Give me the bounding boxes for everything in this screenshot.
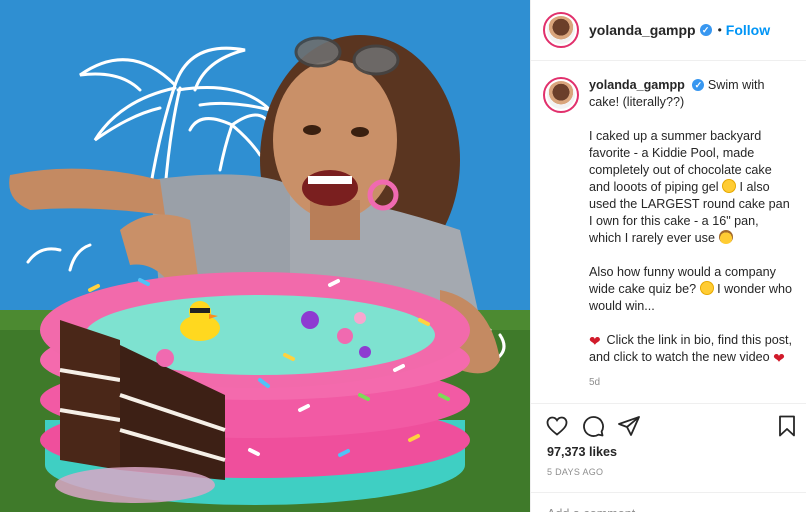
heart-emoji-icon: ❤ [589, 333, 601, 349]
share-icon[interactable] [617, 414, 641, 438]
comment-bar [531, 492, 806, 512]
action-bar [531, 403, 806, 447]
verified-icon: ✓ [692, 79, 705, 91]
post-header: yolanda_gampp ✓ • Follow [531, 0, 806, 61]
heart-icon[interactable] [545, 414, 569, 438]
caption-username[interactable]: yolanda_gampp [589, 78, 685, 92]
grin-emoji-icon [722, 179, 737, 193]
caption-paragraph-4: Click the link in bio, find this post, a… [589, 333, 792, 364]
author-avatar[interactable] [543, 12, 579, 48]
bookmark-icon[interactable] [775, 414, 799, 438]
post-timestamp[interactable]: 5 DAYS AGO [547, 467, 603, 477]
post-caption: yolanda_gampp ✓ Swim with cake! (literal… [531, 61, 806, 401]
comment-input[interactable] [547, 507, 747, 512]
post-image [0, 0, 530, 512]
verified-icon: ✓ [699, 24, 712, 36]
follow-button[interactable]: Follow [726, 22, 770, 38]
likes-count[interactable]: 97,373 likes [547, 445, 617, 459]
post-photo[interactable] [0, 0, 530, 512]
caption-text: yolanda_gampp ✓ Swim with cake! (literal… [589, 77, 794, 401]
author-username[interactable]: yolanda_gampp [589, 22, 696, 38]
grin-emoji-icon [699, 281, 714, 295]
comment-icon[interactable] [581, 414, 605, 438]
heart-emoji-icon: ❤ [773, 350, 785, 366]
post-sidebar: yolanda_gampp ✓ • Follow yolanda_gampp ✓… [530, 0, 806, 512]
header-separator: • [717, 23, 722, 37]
caption-avatar[interactable] [543, 77, 579, 113]
caption-age: 5d [589, 377, 601, 388]
mind-blown-emoji-icon [718, 230, 733, 244]
